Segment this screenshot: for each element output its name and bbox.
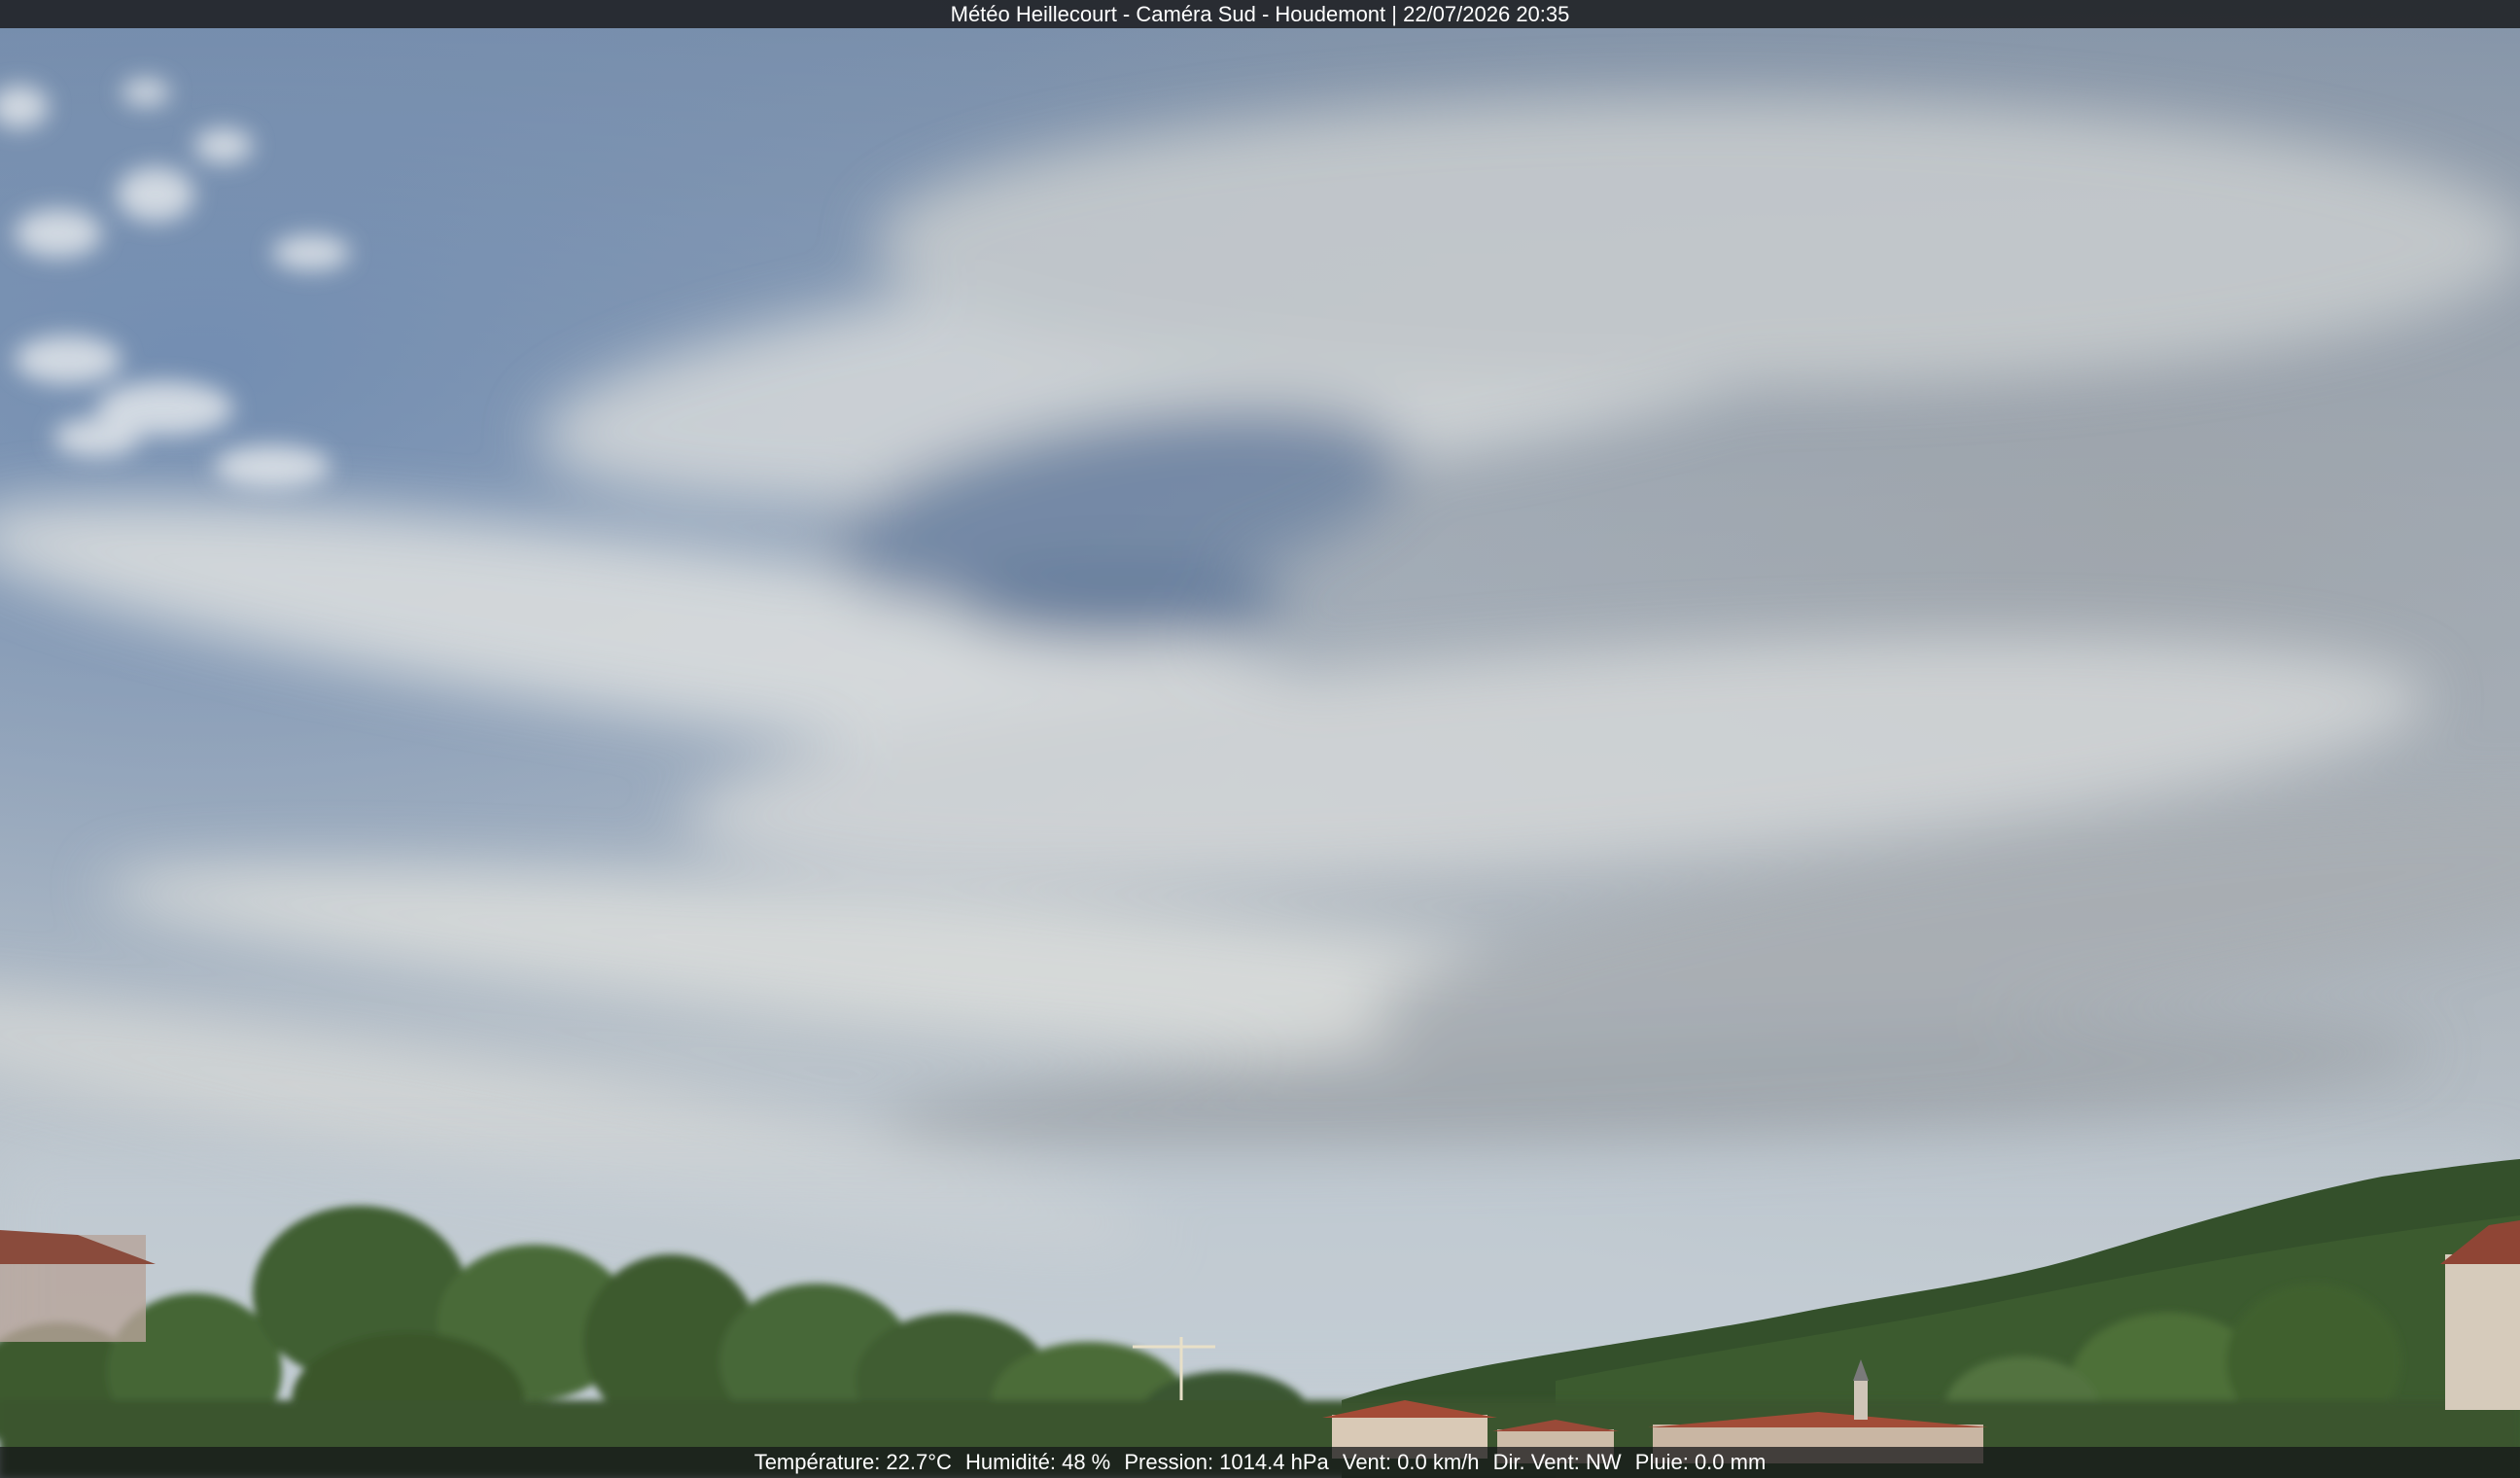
weather-readout-bar: Température: 22.7°C Humidité: 48 % Press…: [0, 1447, 2520, 1478]
camera-caption-bar: Météo Heillecourt - Caméra Sud - Houdemo…: [0, 0, 2520, 28]
rain-readout: Pluie: 0.0 mm: [1634, 1450, 1767, 1474]
camera-caption: Météo Heillecourt - Caméra Sud - Houdemo…: [950, 2, 1570, 26]
wind-speed-readout: Vent: 0.0 km/h: [1342, 1450, 1480, 1474]
webcam-image: [0, 0, 2520, 1478]
temperature-readout: Température: 22.7°C: [753, 1450, 952, 1474]
pressure-readout: Pression: 1014.4 hPa: [1124, 1450, 1329, 1474]
humidity-readout: Humidité: 48 %: [965, 1450, 1111, 1474]
wind-direction-readout: Dir. Vent: NW: [1492, 1450, 1622, 1474]
